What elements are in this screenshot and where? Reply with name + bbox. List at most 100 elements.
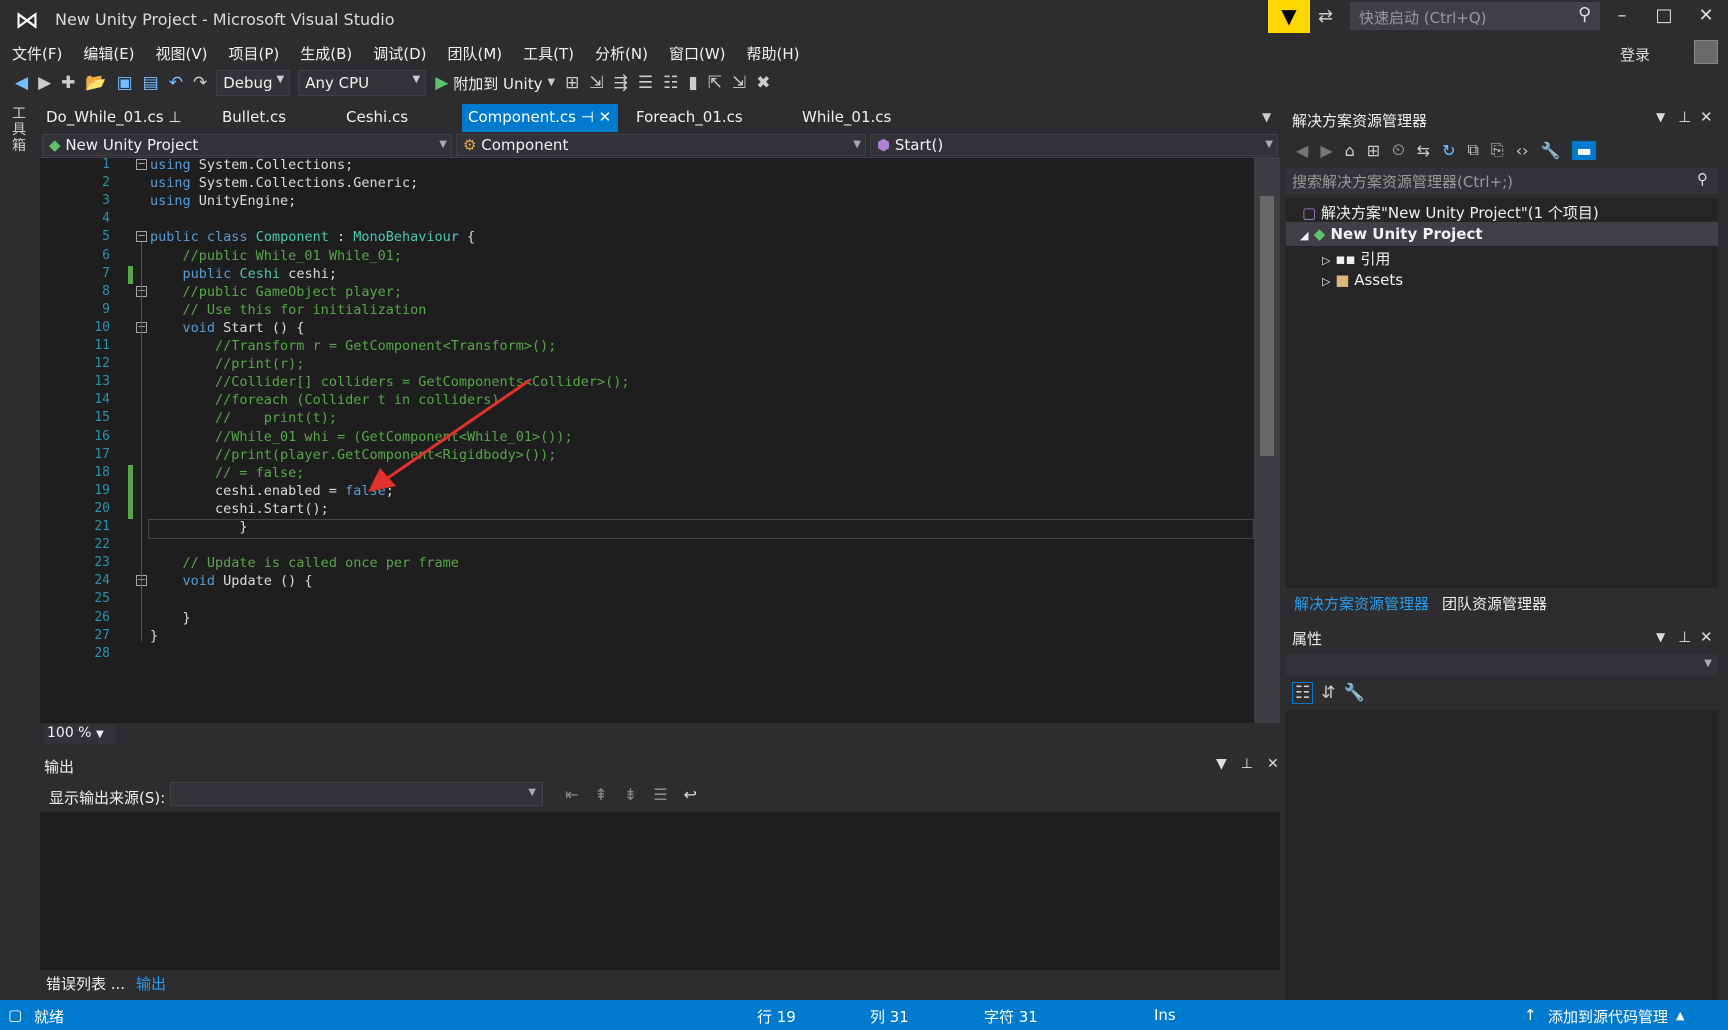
collapse-arrow-icon[interactable]: ▷ — [1322, 254, 1330, 267]
properties-wrench-icon[interactable]: 🔧 — [1541, 141, 1561, 160]
menu-window[interactable]: 窗口(W) — [669, 43, 726, 64]
search-icon[interactable]: ⚲ — [1697, 170, 1708, 188]
chevron-down-icon[interactable]: ▼ — [1656, 630, 1665, 644]
code-line[interactable]: ceshi.Start(); — [150, 499, 329, 519]
menu-build[interactable]: 生成(B) — [300, 43, 352, 64]
find-message-icon[interactable]: ⇤ — [565, 785, 578, 804]
prev-message-icon[interactable]: ⇞ — [594, 785, 607, 804]
tree-item-references[interactable]: ▷ ▪▪ 引用 — [1322, 248, 1390, 269]
tree-item-assets[interactable]: ▷ ■ Assets — [1322, 271, 1403, 289]
preview-icon[interactable]: ▬ — [1572, 140, 1596, 160]
platform-select[interactable]: Any CPU ▼ — [298, 70, 427, 96]
open-file-icon[interactable]: 📂 — [85, 68, 106, 98]
code-line[interactable]: using System.Collections; — [150, 155, 353, 175]
project-select[interactable]: ◆ New Unity Project ▼ — [42, 134, 452, 156]
menu-edit[interactable]: 编辑(E) — [83, 43, 134, 64]
close-icon[interactable]: ✕ — [1267, 756, 1279, 772]
code-line[interactable]: void Update () { — [150, 571, 313, 591]
menu-tools[interactable]: 工具(T) — [523, 43, 574, 64]
redo-icon[interactable]: ↷ — [193, 68, 207, 98]
quick-launch-input[interactable]: 快速启动 (Ctrl+Q) — [1350, 2, 1600, 30]
outdent-icon[interactable]: ☷ — [663, 68, 678, 98]
pin-icon[interactable]: ⊥ — [168, 108, 181, 126]
avatar[interactable] — [1694, 40, 1718, 64]
tree-item-solution[interactable]: ▢ 解决方案"New Unity Project"(1 个项目) — [1302, 202, 1599, 223]
word-wrap-icon[interactable]: ↩ — [684, 785, 697, 804]
show-all-files-icon[interactable]: ⎘ — [1491, 140, 1504, 160]
back-icon[interactable]: ◀ — [1296, 141, 1308, 160]
menu-debug[interactable]: 调试(D) — [373, 43, 426, 64]
output-source-select[interactable]: ▼ — [170, 782, 543, 806]
class-select[interactable]: ⚙ Component ▼ — [456, 134, 866, 156]
next-message-icon[interactable]: ⇟ — [624, 785, 637, 804]
code-line[interactable]: using UnityEngine; — [150, 191, 296, 211]
tab-team-explorer[interactable]: 团队资源管理器 — [1442, 593, 1547, 614]
output-body[interactable] — [40, 812, 1280, 972]
tab-overflow-icon[interactable]: ▼ — [1262, 110, 1271, 124]
code-editor[interactable]: 1 2 3 4 5 6 7 8 9 10 11 12 13 14 15 16 17 18 19 20 21 22 23 24 2… — [40, 155, 1254, 723]
tab-bullet[interactable]: Bullet.cs — [216, 104, 292, 132]
close-icon[interactable]: ✕ — [1700, 628, 1713, 646]
toolbox-tab[interactable]: 工具箱 — [12, 106, 30, 154]
minimize-button[interactable]: – — [1602, 5, 1642, 26]
maximize-button[interactable]: □ — [1644, 5, 1684, 26]
fold-toggle-icon[interactable]: − — [136, 158, 147, 170]
notification-filter-icon[interactable]: ▼ — [1268, 0, 1310, 33]
code-line[interactable]: public class Component : MonoBehaviour { — [150, 227, 475, 247]
play-icon[interactable]: ▶ — [435, 68, 448, 98]
member-select[interactable]: ⬢ Start() ▼ — [870, 134, 1278, 156]
refresh-icon[interactable]: ↻ — [1442, 141, 1455, 160]
tree-item-project[interactable]: ◢ ◆ New Unity Project — [1300, 225, 1483, 243]
save-all-icon[interactable]: ▤ — [143, 68, 159, 98]
collapse-arrow-icon[interactable]: ▷ — [1322, 275, 1330, 288]
clear-bookmarks-icon[interactable]: ✖ — [756, 68, 770, 98]
properties-object-select[interactable]: ▼ — [1286, 654, 1718, 676]
alphabetical-icon[interactable]: ⇵ — [1321, 683, 1335, 703]
collapse-all-icon[interactable]: ⧉ — [1467, 140, 1478, 160]
code-line[interactable]: } — [150, 626, 158, 646]
sync-icon[interactable]: ⇆ — [1417, 141, 1430, 160]
indent-icon[interactable]: ☰ — [638, 68, 653, 98]
code-line[interactable]: //public GameObject player; — [150, 282, 402, 302]
configuration-select[interactable]: Debug ▼ — [216, 70, 291, 96]
login-link[interactable]: 登录 — [1620, 44, 1650, 65]
close-button[interactable]: ✕ — [1686, 5, 1726, 26]
pin-icon[interactable]: ⊥ — [1241, 756, 1253, 772]
code-line[interactable]: } — [150, 608, 191, 628]
code-line[interactable]: } — [150, 517, 247, 537]
close-tab-icon[interactable]: ✕ — [599, 108, 612, 126]
tab-do-while[interactable]: Do_While_01.cs ⊥ — [40, 104, 187, 132]
pin-icon[interactable]: ⊣ — [581, 108, 594, 126]
clear-all-icon[interactable]: ☰ — [653, 785, 667, 804]
solution-search-input[interactable]: 搜索解决方案资源管理器(Ctrl+;) ⚲ — [1286, 168, 1718, 194]
tab-ceshi[interactable]: Ceshi.cs — [340, 104, 414, 132]
menu-analyze[interactable]: 分析(N) — [595, 43, 648, 64]
menu-help[interactable]: 帮助(H) — [747, 43, 800, 64]
code-line[interactable]: ceshi.enabled = false; — [150, 481, 394, 501]
tab-output[interactable]: 输出 — [136, 973, 166, 994]
pending-changes-icon[interactable]: ⏲ — [1392, 140, 1404, 160]
menu-project[interactable]: 项目(P) — [229, 43, 280, 64]
property-pages-icon[interactable]: 🔧 — [1344, 683, 1365, 703]
code-line[interactable]: //Transform r = GetComponent<Transform>(… — [150, 336, 556, 356]
home-icon[interactable]: ⌂ — [1345, 141, 1355, 160]
forward-icon[interactable]: ▶ — [38, 68, 51, 98]
find-in-files-icon[interactable]: ⊞ — [565, 68, 579, 98]
feedback-icon[interactable]: ⇄ — [1318, 6, 1333, 27]
save-icon[interactable]: ▣ — [117, 68, 133, 98]
step-over-icon[interactable]: ⇶ — [614, 68, 628, 98]
tab-error-list[interactable]: 错误列表 ... — [46, 973, 125, 994]
chevron-down-icon[interactable]: ▼ — [1216, 756, 1227, 772]
attach-to-unity-button[interactable]: 附加到 Unity — [453, 73, 542, 94]
zoom-select[interactable]: 100 % ▼ — [44, 724, 116, 744]
search-icon[interactable]: ⚲ — [1578, 4, 1591, 25]
code-line[interactable]: // Use this for initialization — [150, 300, 427, 320]
view-code-icon[interactable]: ‹› — [1516, 141, 1529, 160]
tab-solution-explorer[interactable]: 解决方案资源管理器 — [1294, 593, 1429, 614]
tab-while[interactable]: While_01.cs — [796, 104, 897, 132]
code-line[interactable]: // = false; — [150, 463, 304, 483]
code-line[interactable]: // Update is called once per frame — [150, 553, 459, 573]
menu-view[interactable]: 视图(V) — [156, 43, 208, 64]
forward-icon[interactable]: ▶ — [1320, 141, 1332, 160]
close-icon[interactable]: ✕ — [1700, 108, 1713, 126]
